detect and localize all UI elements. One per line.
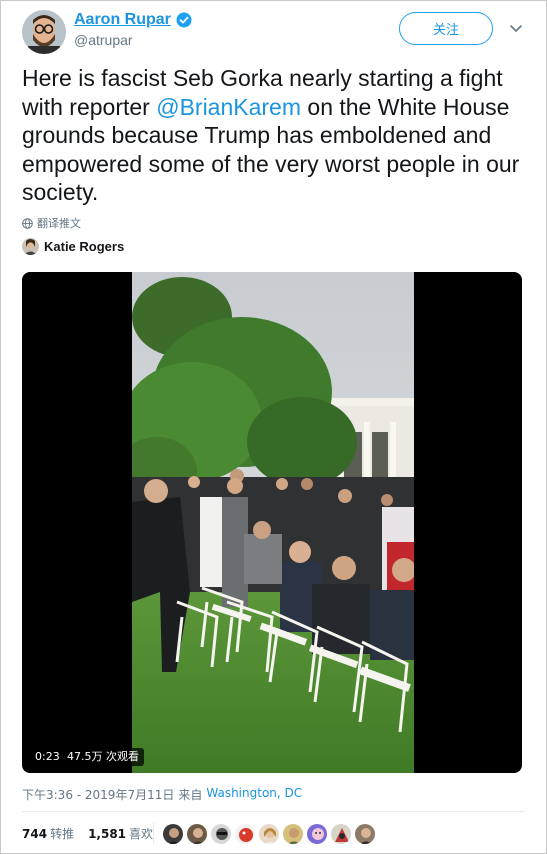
video-player[interactable] xyxy=(22,272,522,773)
tweet-datetime[interactable]: 下午3:36 - 2019年7月11日 xyxy=(22,786,174,803)
liker-avatars xyxy=(162,823,376,845)
retweet-count[interactable]: 744 xyxy=(22,827,47,841)
divider xyxy=(22,811,525,812)
stats-separator xyxy=(153,822,154,844)
like-count[interactable]: 1,581 xyxy=(88,827,126,841)
video-views-badge: 47.5万 次观看 xyxy=(62,748,144,766)
liker-avatar[interactable] xyxy=(282,823,304,845)
liker-avatar[interactable] xyxy=(186,823,208,845)
tweet-text: Here is fascist Seb Gorka nearly startin… xyxy=(22,64,527,207)
tagged-user-avatar xyxy=(22,238,39,255)
mention-link[interactable]: @BrianKarem xyxy=(156,94,301,120)
author-avatar[interactable] xyxy=(22,10,66,54)
translate-label: 翻译推文 xyxy=(37,217,81,230)
tagged-user[interactable]: Katie Rogers xyxy=(22,238,124,255)
liker-avatar[interactable] xyxy=(210,823,232,845)
retweet-label[interactable]: 转推 xyxy=(50,825,74,842)
liker-avatar[interactable] xyxy=(306,823,328,845)
tagged-user-name: Katie Rogers xyxy=(44,239,125,254)
liker-avatar[interactable] xyxy=(354,823,376,845)
verified-badge-icon xyxy=(176,12,192,28)
tweet-meta: 下午3:36 - 2019年7月11日 来自 Washington, DC xyxy=(22,786,302,803)
tweet-location-link[interactable]: Washington, DC xyxy=(206,786,302,803)
translate-tweet-link[interactable]: 翻译推文 xyxy=(22,215,81,231)
globe-icon xyxy=(22,217,33,229)
liker-avatar[interactable] xyxy=(258,823,280,845)
video-frame xyxy=(132,272,414,773)
tweet-stats: 744 转推 1,581 喜欢 xyxy=(22,825,153,842)
like-label[interactable]: 喜欢 xyxy=(129,825,153,842)
follow-button[interactable]: 关注 xyxy=(399,12,493,45)
video-duration-badge: 0:23 xyxy=(30,748,65,766)
chevron-down-icon[interactable] xyxy=(508,20,524,36)
liker-avatar[interactable] xyxy=(330,823,352,845)
author-name[interactable]: Aaron Rupar xyxy=(74,11,171,29)
author-handle[interactable]: @atrupar xyxy=(74,32,133,48)
tweet-source-label: 来自 xyxy=(178,788,203,802)
liker-avatar[interactable] xyxy=(162,823,184,845)
liker-avatar[interactable] xyxy=(234,823,256,845)
